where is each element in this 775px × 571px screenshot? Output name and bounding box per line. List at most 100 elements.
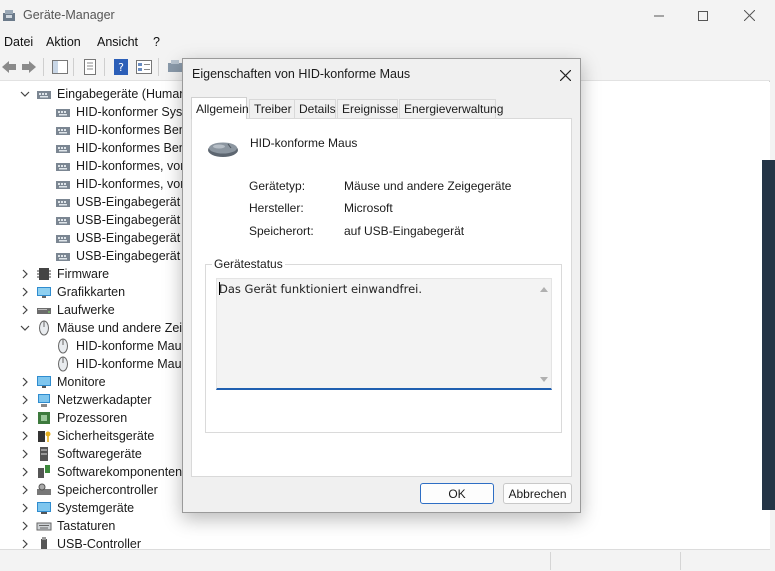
tree-item-device[interactable]: HID-konformes, vor xyxy=(55,175,184,193)
chevron-right-icon[interactable] xyxy=(19,376,31,388)
tree-item-device[interactable]: HID-konformes Ben xyxy=(55,121,186,139)
tree-item-category[interactable]: Softwarekomponenten xyxy=(22,463,183,481)
chevron-right-icon[interactable] xyxy=(19,286,31,298)
chevron-right-icon[interactable] xyxy=(19,268,31,280)
device-status-textbox[interactable]: Das Gerät funktioniert einwandfrei. xyxy=(216,278,552,390)
tree-item-category[interactable]: Grafikkarten xyxy=(22,283,126,301)
chevron-right-icon[interactable] xyxy=(19,430,31,442)
tree-item-category[interactable]: Prozessoren xyxy=(22,409,127,427)
tree-item-label: Softwarekomponenten xyxy=(57,465,183,479)
chevron-right-icon[interactable] xyxy=(19,448,31,460)
tree-item-label: Grafikkarten xyxy=(57,285,126,299)
tree-item-label: HID-konforme Maus xyxy=(76,339,188,353)
chevron-right-icon[interactable] xyxy=(19,484,31,496)
tree-item-device[interactable]: HID-konforme Maus xyxy=(55,337,188,355)
mouse-device-icon xyxy=(58,338,68,354)
hid-device-icon xyxy=(56,253,70,261)
svg-text:?: ? xyxy=(118,61,124,74)
tree-item-label: USB-Eingabegerät xyxy=(76,213,181,227)
tab-ereignisse[interactable]: Ereignisse xyxy=(337,99,398,118)
tree-item-device[interactable]: USB-Eingabegerät xyxy=(55,247,180,265)
close-window-button[interactable] xyxy=(726,0,772,31)
hid-device-icon xyxy=(56,127,70,135)
chevron-right-icon[interactable] xyxy=(19,520,31,532)
tree-item-label: Netzwerkadapter xyxy=(57,393,152,407)
tree-item-category[interactable]: Mäuse und andere Zeig xyxy=(20,319,189,337)
ok-button[interactable]: OK xyxy=(420,483,494,504)
text-caret xyxy=(219,282,220,295)
mouse-device-icon xyxy=(58,356,68,372)
tree-item-category[interactable]: Monitore xyxy=(22,373,106,391)
hid-device-icon xyxy=(56,235,70,243)
maximize-icon xyxy=(698,10,708,21)
title-bar[interactable]: Geräte-Manager xyxy=(0,0,770,31)
cancel-button[interactable]: Abbrechen xyxy=(503,483,572,504)
tree-item-device[interactable]: USB-Eingabegerät xyxy=(55,193,180,211)
tree-item-category[interactable]: Laufwerke xyxy=(22,301,115,319)
tab-treiber[interactable]: Treiber xyxy=(249,99,295,118)
scroll-up-arrow-icon[interactable] xyxy=(538,284,550,294)
prop-value-location: auf USB-Eingabegerät xyxy=(344,224,465,238)
properties-icon[interactable] xyxy=(81,58,99,76)
tree-item-label: HID-konformes Ben xyxy=(76,123,186,137)
chevron-right-icon[interactable] xyxy=(19,538,31,549)
tree-item-label: Laufwerke xyxy=(57,303,115,317)
tree-item-label: Firmware xyxy=(57,267,110,281)
maximize-button[interactable] xyxy=(680,0,726,31)
tree-item-device[interactable]: HID-konforme Maus xyxy=(55,355,188,373)
tab-details[interactable]: Details xyxy=(294,99,336,118)
tree-item-label: USB-Eingabegerät xyxy=(76,195,181,209)
prop-value-manufacturer: Microsoft xyxy=(344,201,393,215)
hid-category-icon xyxy=(37,91,51,99)
back-arrow-icon[interactable] xyxy=(0,58,18,76)
tab-allgemein[interactable]: Allgemein xyxy=(191,97,249,119)
dialog-title: Eigenschaften von HID-konforme Maus xyxy=(192,67,411,81)
tree-item-device[interactable]: HID-konformes Ben xyxy=(55,139,186,157)
tree-item-category[interactable]: Eingabegeräte (Human xyxy=(20,85,187,103)
dialog-close-button[interactable] xyxy=(555,65,575,85)
tree-item-label: Eingabegeräte (Human xyxy=(57,87,187,101)
show-hide-tree-icon[interactable] xyxy=(51,58,69,76)
help-icon[interactable]: ? xyxy=(112,58,130,76)
tree-item-category[interactable]: USB-Controller xyxy=(22,535,141,549)
menu-ansicht[interactable]: Ansicht xyxy=(97,35,138,49)
menu-help[interactable]: ? xyxy=(153,35,160,49)
hid-device-icon xyxy=(56,145,70,153)
hid-device-icon xyxy=(56,163,70,171)
minimize-button[interactable] xyxy=(636,0,682,31)
details-view-icon[interactable] xyxy=(135,58,153,76)
tree-item-label: Tastaturen xyxy=(57,519,116,533)
scroll-down-arrow-icon[interactable] xyxy=(538,375,550,385)
menu-datei[interactable]: Datei xyxy=(4,35,33,49)
chevron-down-icon[interactable] xyxy=(19,88,31,100)
tree-item-category[interactable]: Firmware xyxy=(22,265,110,283)
device-name: HID-konforme Maus xyxy=(250,136,358,150)
tree-item-category[interactable]: Netzwerkadapter xyxy=(22,391,152,409)
close-icon xyxy=(743,10,755,21)
forward-arrow-icon[interactable] xyxy=(20,58,38,76)
tree-item-label: Sicherheitsgeräte xyxy=(57,429,155,443)
chevron-right-icon[interactable] xyxy=(19,412,31,424)
keyboard-icon xyxy=(36,522,52,531)
menu-aktion[interactable]: Aktion xyxy=(46,35,81,49)
tree-item-label: HID-konformes Ben xyxy=(76,141,186,155)
chevron-right-icon[interactable] xyxy=(19,502,31,514)
chevron-right-icon[interactable] xyxy=(19,466,31,478)
chevron-right-icon[interactable] xyxy=(19,394,31,406)
tree-item-device[interactable]: HID-konformer Syst xyxy=(55,103,186,121)
tree-item-device[interactable]: USB-Eingabegerät xyxy=(55,211,180,229)
chevron-down-icon[interactable] xyxy=(19,322,31,334)
tree-item-category[interactable]: Sicherheitsgeräte xyxy=(22,427,155,445)
tree-item-device[interactable]: HID-konformes, vor xyxy=(55,157,184,175)
tree-item-device[interactable]: USB-Eingabegerät xyxy=(55,229,180,247)
tree-item-category[interactable]: Speichercontroller xyxy=(22,481,158,499)
tab-energieverwaltung[interactable]: Energieverwaltung xyxy=(399,99,503,118)
tree-item-label: USB-Eingabegerät xyxy=(76,249,181,263)
tree-item-label: USB-Eingabegerät xyxy=(76,231,181,245)
tree-item-category[interactable]: Softwaregeräte xyxy=(22,445,142,463)
tree-item-category[interactable]: Systemgeräte xyxy=(22,499,134,517)
display-adapter-icon xyxy=(37,287,51,298)
tree-item-category[interactable]: Tastaturen xyxy=(22,517,116,535)
chevron-right-icon[interactable] xyxy=(19,304,31,316)
toolbar-separator xyxy=(43,58,44,76)
